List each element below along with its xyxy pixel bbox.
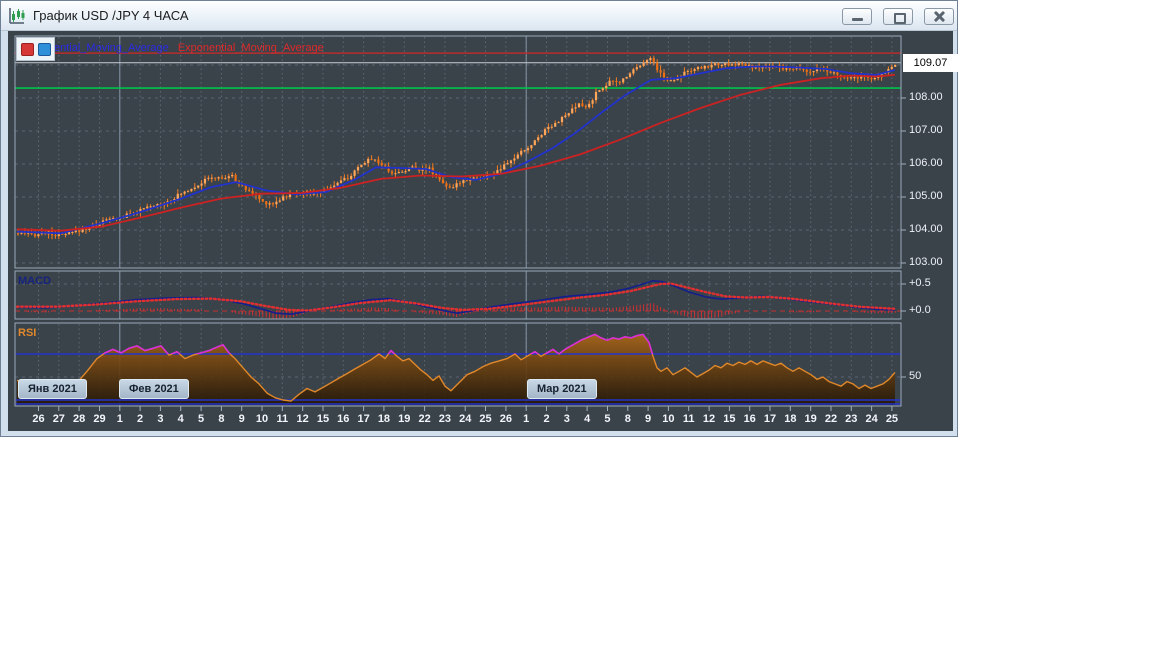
macd-axis-label: +0.5: [909, 277, 931, 289]
close-button[interactable]: [924, 8, 954, 25]
price-axis-label: 104.00: [909, 223, 943, 235]
price-axis-label: 107.00: [909, 124, 943, 136]
date-axis-label: 25: [885, 413, 899, 425]
macd-pane-label: MACD: [18, 275, 51, 287]
maximize-icon: [894, 13, 906, 24]
candlestick-chart-icon: [8, 7, 26, 25]
month-label-box: Мар 2021: [527, 379, 597, 399]
maximize-button[interactable]: [883, 8, 913, 25]
rsi-pane-label: RSI: [18, 327, 37, 339]
red-marker-button[interactable]: [20, 42, 34, 56]
page-background: График USD /JPY 4 ЧАСА ential_Moving_Ave…: [0, 0, 1152, 648]
minimize-icon: [852, 18, 863, 21]
legend-ema-slow[interactable]: Exponential_Moving_Average: [178, 42, 324, 54]
chart-window: График USD /JPY 4 ЧАСА ential_Moving_Ave…: [0, 0, 958, 437]
current-price-box: 109.07: [903, 54, 958, 72]
blue-marker-button[interactable]: [37, 42, 51, 56]
price-axis-label: 103.00: [909, 256, 943, 268]
minimize-button[interactable]: [842, 8, 872, 25]
indicator-legend: ential_Moving_Average Exponential_Moving…: [54, 42, 330, 54]
window-title: График USD /JPY 4 ЧАСА: [33, 8, 189, 23]
macd-axis-label: +0.0: [909, 304, 931, 316]
month-label-box: Янв 2021: [18, 379, 87, 399]
indicator-toolbar: [16, 37, 55, 61]
legend-ema-fast[interactable]: ential_Moving_Average: [54, 42, 169, 54]
price-axis-label: 105.00: [909, 190, 943, 202]
window-titlebar[interactable]: График USD /JPY 4 ЧАСА: [1, 1, 957, 31]
month-label-box: Фев 2021: [119, 379, 189, 399]
close-icon: [933, 11, 946, 22]
chart-area[interactable]: [8, 31, 953, 431]
window-controls: [842, 8, 954, 25]
rsi-axis-label: 50: [909, 370, 922, 382]
price-axis-label: 108.00: [909, 91, 943, 103]
price-axis-label: 106.00: [909, 157, 943, 169]
